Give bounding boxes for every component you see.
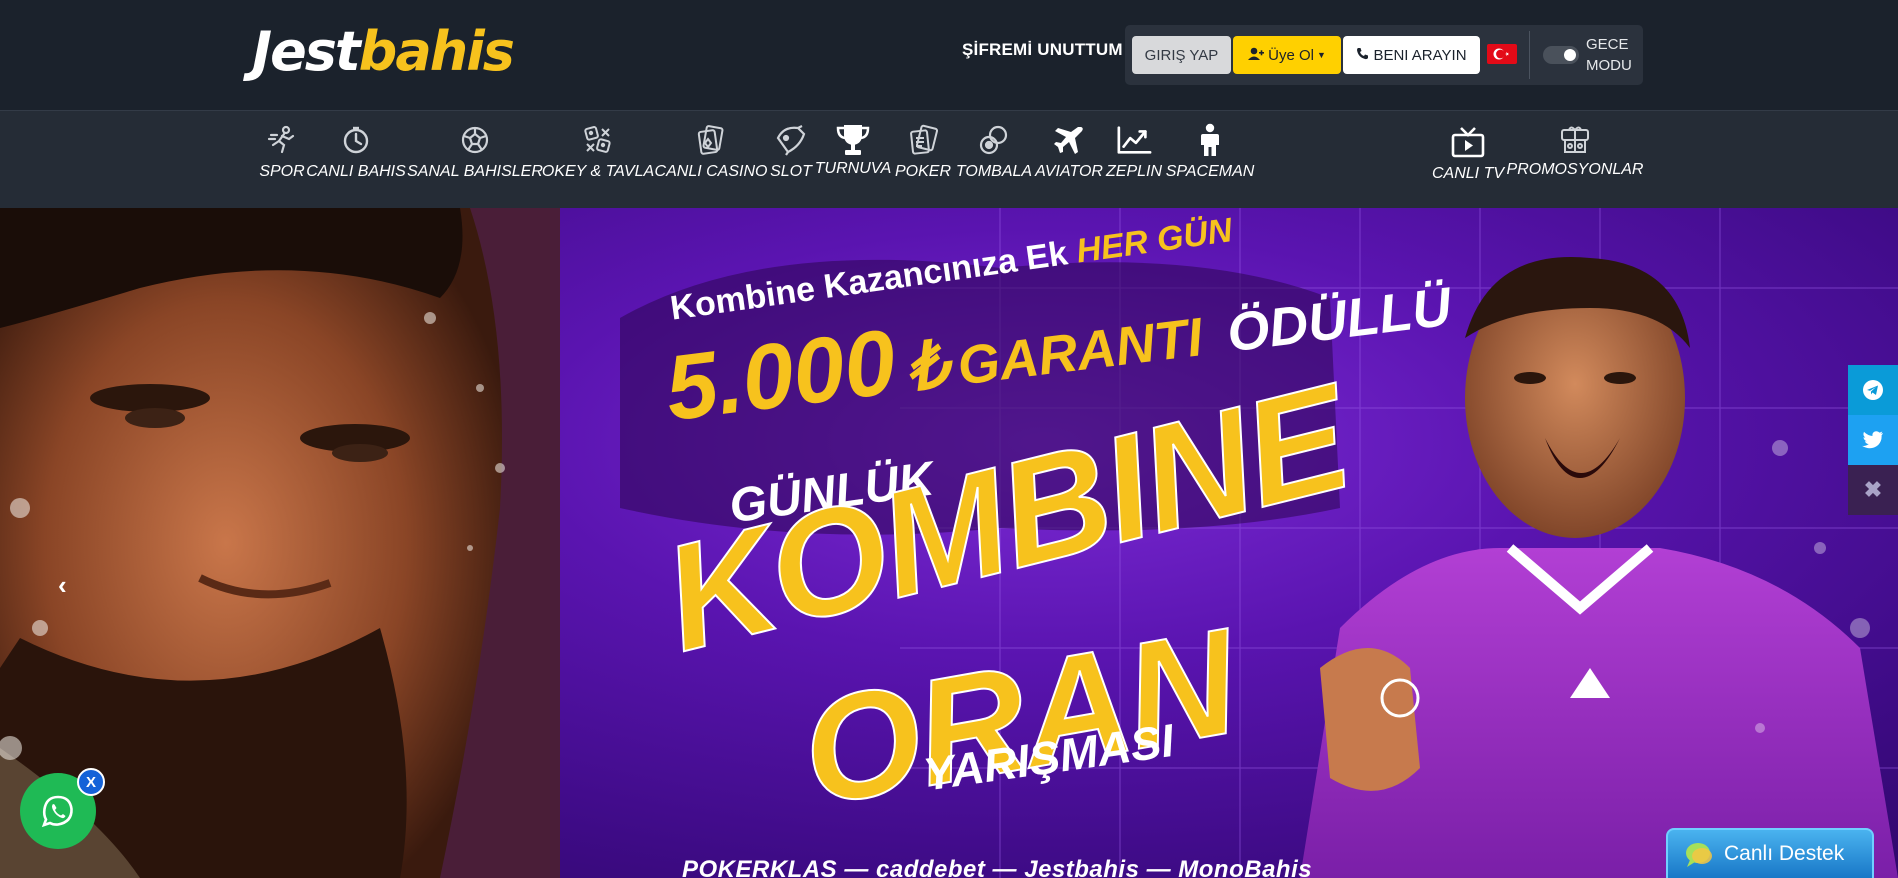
nav-label: TURNUVA: [814, 160, 892, 177]
call-me-label: BENI ARAYIN: [1373, 46, 1467, 64]
close-icon[interactable]: ✖: [1848, 465, 1898, 515]
top-header: Jestbahis ŞİFREMİ UNUTTUM GIRIŞ YAP Üye …: [0, 0, 1898, 110]
sponsor-logos: POKERKLAS — caddebet — Jestbahis — MonoB…: [682, 856, 1313, 878]
nav-item-poker[interactable]: POKER: [894, 111, 952, 209]
nav-item-sanal-bahisler[interactable]: SANAL BAHISLER: [407, 111, 543, 209]
nav-item-turnuva[interactable]: TURNUVA: [814, 111, 892, 209]
nav-label: POKER: [894, 163, 951, 180]
hero-headline: Kombine Kazancınıza Ek HER GÜN 5.000₺GAR…: [0, 208, 1898, 878]
nav-label: SLOT: [770, 163, 812, 180]
nav-item-slot[interactable]: SLOT: [770, 111, 812, 209]
spaceman-icon: [1192, 121, 1228, 159]
currency-symbol: ₺: [901, 326, 952, 405]
nav-item-tombala[interactable]: TOMBALA: [956, 111, 1032, 209]
register-button[interactable]: Üye Ol ▼: [1233, 36, 1341, 74]
nav-label: SPOR: [259, 163, 305, 180]
whatsapp-icon: [41, 795, 73, 828]
telegram-icon[interactable]: [1848, 365, 1898, 415]
nav-label: CANLI BAHIS: [306, 163, 406, 180]
logo-part-1: Jest: [252, 20, 361, 83]
slogan-highlight: HER GÜN: [1074, 211, 1235, 271]
nav-item-spaceman[interactable]: SPACEMAN: [1166, 111, 1254, 209]
nav-item-promosyonlar[interactable]: PROMOSYONLAR: [1506, 111, 1644, 209]
caret-down-icon: ▼: [1316, 50, 1326, 60]
logo-part-2: bahis: [358, 20, 515, 83]
trophy-icon: [835, 121, 871, 159]
login-button[interactable]: GIRIŞ YAP: [1132, 36, 1231, 74]
divider: [1529, 31, 1530, 79]
stopwatch-icon: [338, 121, 374, 159]
slot-icon: [773, 121, 809, 159]
live-support-label: Canlı Destek: [1724, 842, 1845, 865]
nav-label: PROMOSYONLAR: [1506, 161, 1644, 178]
live-support-button[interactable]: Canlı Destek: [1666, 828, 1874, 878]
register-label: Üye Ol: [1268, 46, 1314, 64]
tv-icon: [1450, 123, 1486, 161]
nav-label: OKEY & TAVLA: [541, 163, 655, 180]
nav-label: AVIATOR: [1035, 163, 1103, 180]
toggle-knob: [1564, 49, 1576, 61]
nav-label: ZEPLIN: [1106, 163, 1163, 180]
chart-line-icon: [1116, 121, 1152, 159]
night-mode-label: GECE MODU: [1586, 36, 1632, 74]
whatsapp-close-button[interactable]: X: [77, 768, 105, 796]
nav-label: SANAL BAHISLER: [407, 163, 543, 180]
poker-cards-icon: [905, 121, 941, 159]
carousel-prev-icon[interactable]: ‹: [58, 570, 67, 601]
gift-icon: [1557, 121, 1593, 159]
plane-icon: [1051, 121, 1087, 159]
phone-icon: [1356, 47, 1369, 63]
site-logo[interactable]: Jestbahis: [252, 20, 515, 83]
rewarded-text: ÖDÜLLÜ: [1223, 276, 1455, 364]
nav-item-canli-casino[interactable]: CANLI CASINO: [654, 111, 768, 209]
soccer-ball-icon: [457, 121, 493, 159]
nav-label: CANLI CASINO: [654, 163, 768, 180]
nav-label: CANLI TV: [1432, 165, 1505, 182]
user-plus-icon: [1248, 47, 1265, 64]
nav-item-okey-tavla[interactable]: OKEY & TAVLA: [541, 111, 655, 209]
night-mode-toggle[interactable]: [1543, 46, 1579, 64]
auth-box: GIRIŞ YAP Üye Ol ▼ BENI ARAYIN GECE MODU: [1125, 25, 1643, 85]
turkish-flag-icon[interactable]: [1487, 44, 1517, 64]
hero-banner[interactable]: Kombine Kazancınıza Ek HER GÜN 5.000₺GAR…: [0, 208, 1898, 878]
login-label: GIRIŞ YAP: [1144, 46, 1219, 64]
nav-label: TOMBALA: [955, 163, 1033, 180]
nav-item-canli-bahis[interactable]: CANLI BAHIS: [306, 111, 406, 209]
call-me-button[interactable]: BENI ARAYIN: [1343, 36, 1480, 74]
nav-label: SPACEMAN: [1165, 163, 1255, 180]
bingo-balls-icon: [976, 121, 1012, 159]
nav-item-canli-tv[interactable]: CANLI TV: [1432, 111, 1504, 209]
dice-icon: [580, 121, 616, 159]
cards-icon: [693, 121, 729, 159]
nav-item-zeplin[interactable]: ZEPLIN: [1106, 111, 1162, 209]
guaranteed-text: GARANTI: [954, 307, 1206, 397]
nav-item-aviator[interactable]: AVIATOR: [1035, 111, 1103, 209]
chat-bubble-icon: [1684, 841, 1714, 867]
main-nav: SPOR CANLI BAHIS SANAL BAHISLER OKEY & T…: [0, 110, 1898, 208]
forgot-password-link[interactable]: ŞİFREMİ UNUTTUM: [962, 40, 1123, 60]
nav-item-spor[interactable]: SPOR: [258, 111, 306, 209]
twitter-icon[interactable]: [1848, 415, 1898, 465]
amount-value: 5.000: [660, 310, 902, 441]
runner-icon: [264, 121, 300, 159]
